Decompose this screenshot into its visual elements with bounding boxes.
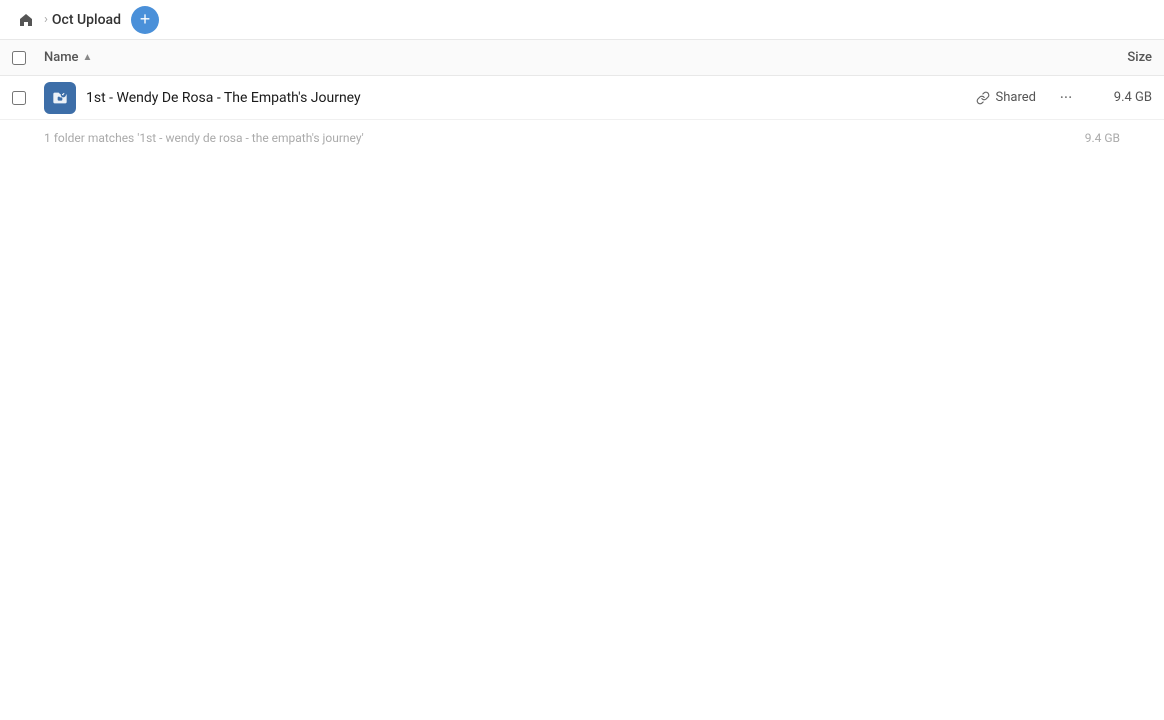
folder-icon	[44, 82, 76, 114]
file-name-label: 1st - Wendy De Rosa - The Empath's Journ…	[86, 90, 976, 106]
sort-arrow-icon: ▲	[83, 52, 93, 63]
shared-status: Shared	[976, 90, 1036, 105]
shared-label: Shared	[996, 90, 1036, 105]
add-button[interactable]: +	[131, 6, 159, 34]
more-icon: ···	[1060, 88, 1073, 107]
row-checkbox[interactable]	[12, 91, 26, 105]
size-column-header[interactable]: Size	[1072, 50, 1152, 65]
table-row[interactable]: 1st - Wendy De Rosa - The Empath's Journ…	[0, 76, 1164, 120]
header-checkbox-cell	[12, 51, 36, 65]
link-icon	[976, 91, 990, 105]
row-checkbox-cell	[12, 91, 36, 105]
home-button[interactable]	[12, 6, 40, 34]
breadcrumb-chevron: ›	[44, 12, 48, 27]
breadcrumb-bar: › Oct Upload +	[0, 0, 1164, 40]
select-all-checkbox[interactable]	[12, 51, 26, 65]
name-column-header[interactable]: Name ▲	[44, 50, 1072, 65]
breadcrumb-folder-name[interactable]: Oct Upload	[52, 12, 121, 28]
column-headers: Name ▲ Size	[0, 40, 1164, 76]
file-size-label: 9.4 GB	[1092, 90, 1152, 105]
summary-text: 1 folder matches '1st - wendy de rosa - …	[44, 131, 1060, 145]
more-options-button[interactable]: ···	[1052, 84, 1080, 112]
summary-row: 1 folder matches '1st - wendy de rosa - …	[0, 120, 1164, 156]
summary-size: 9.4 GB	[1060, 131, 1120, 145]
